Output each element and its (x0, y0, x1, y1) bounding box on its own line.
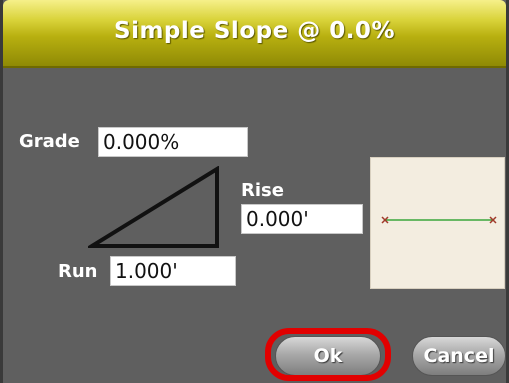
ok-button[interactable]: Ok (275, 336, 381, 376)
cancel-button[interactable]: Cancel (412, 336, 506, 376)
grade-label: Grade (19, 131, 80, 152)
dialog-titlebar: Simple Slope @ 0.0% (3, 0, 506, 68)
slope-preview-graphic (381, 216, 497, 224)
grade-field[interactable]: 0.000% (98, 127, 248, 157)
rise-label: Rise (241, 180, 284, 201)
run-field[interactable]: 1.000' (110, 256, 236, 286)
slope-triangle-icon (88, 166, 219, 248)
simple-slope-dialog: Simple Slope @ 0.0% Grade 0.000% Rise 0.… (0, 0, 509, 383)
slope-preview-panel (370, 157, 505, 289)
run-label: Run (58, 261, 98, 282)
rise-field[interactable]: 0.000' (241, 204, 363, 234)
dialog-title: Simple Slope @ 0.0% (114, 18, 395, 44)
